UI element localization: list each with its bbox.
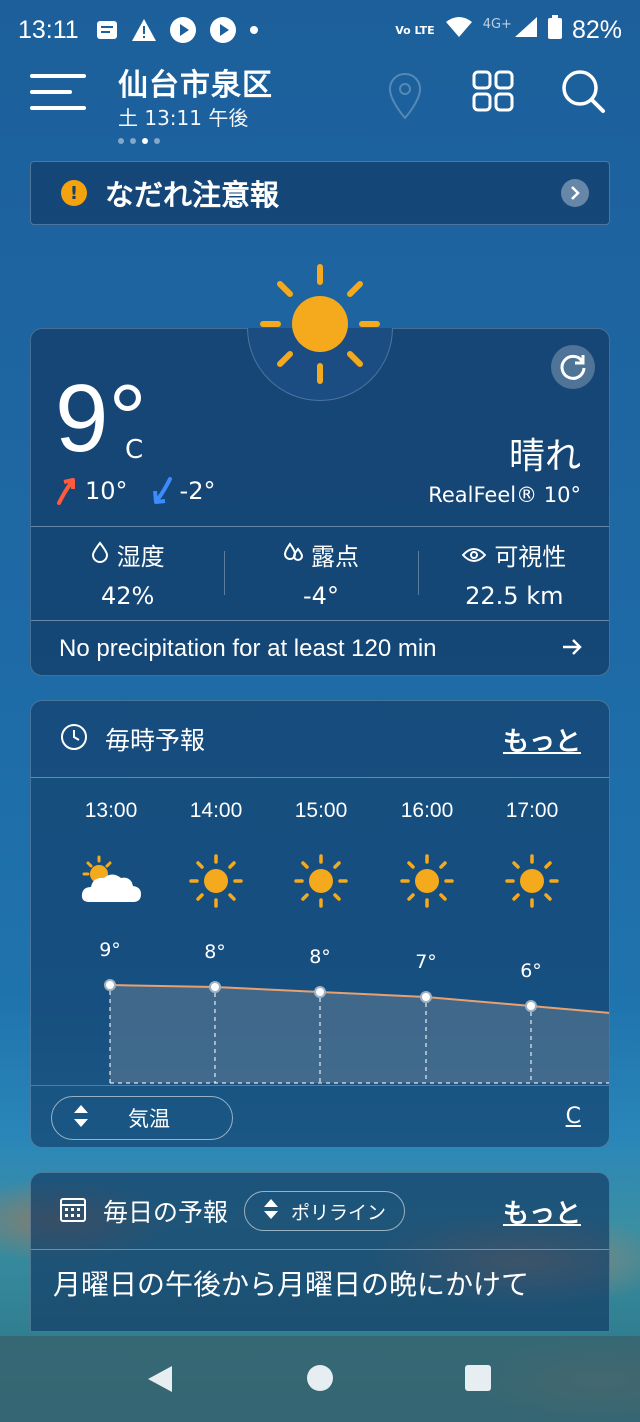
battery-percent: 82% [571, 15, 622, 44]
temp-label: 8° [204, 941, 226, 963]
daily-more-link[interactable]: もっと [503, 1193, 581, 1230]
temp-label: 7° [415, 951, 437, 973]
back-icon[interactable] [146, 1364, 174, 1398]
humidity-label: 湿度 [116, 543, 165, 571]
selector-label: 気温 [128, 1107, 170, 1131]
metric-dew-point: 露点 -4° [224, 527, 417, 619]
temp-label: 8° [309, 946, 331, 968]
app-header: 仙台市泉区 土 13:11 午後 [0, 60, 640, 150]
divider [31, 1249, 609, 1250]
menu-line [30, 90, 72, 94]
hourly-footer: 気温 C [31, 1085, 609, 1147]
unit-link[interactable]: C [566, 1104, 581, 1129]
arrow-up-icon [55, 477, 79, 505]
humidity-value: 42% [100, 582, 155, 610]
sort-icon [72, 1103, 90, 1134]
home-icon[interactable] [306, 1364, 334, 1396]
daily-title: 毎日の予報 [103, 1198, 229, 1227]
signal-icon [514, 16, 538, 44]
dew-point-label: 露点 [310, 543, 359, 571]
system-navigation-bar [0, 1336, 640, 1422]
eye-icon [461, 541, 487, 569]
dew-point-icon [283, 541, 303, 569]
precipitation-text: No precipitation for at least 120 min [59, 635, 437, 662]
dew-point-value: -4° [303, 582, 339, 610]
temp-point [314, 986, 326, 998]
metrics-row: 湿度 42% 露点 -4° 可視性 22.5 km [31, 527, 611, 619]
alert-text: なだれ注意報 [105, 178, 280, 212]
chevron-right-icon [561, 179, 589, 207]
menu-button[interactable] [30, 74, 86, 118]
menu-line [30, 106, 86, 110]
high-temperature: 10° [85, 477, 128, 505]
alert-icon [131, 18, 157, 42]
status-time: 13:11 [18, 15, 79, 44]
location-datetime: 土 13:11 午後 [118, 106, 249, 130]
location-pin-icon [388, 72, 422, 124]
dot-icon [249, 25, 259, 35]
page-dot [118, 138, 124, 144]
grid-icon[interactable] [472, 70, 514, 116]
search-icon[interactable] [560, 68, 606, 118]
temp-point [420, 991, 432, 1003]
daily-header: 毎日の予報 ポリライン もっと [31, 1173, 609, 1249]
sort-icon [263, 1197, 279, 1226]
hourly-forecast-card: 毎時予報 もっと 13:00 14:00 15:00 16:00 17:00 9… [30, 700, 610, 1148]
metric-visibility: 可視性 22.5 km [417, 527, 611, 619]
page-dot-active [142, 138, 148, 144]
play-icon [169, 16, 197, 44]
temp-label: 9° [99, 939, 121, 961]
play-icon [209, 16, 237, 44]
precipitation-row[interactable]: No precipitation for at least 120 min [31, 621, 611, 677]
page-indicator [118, 138, 160, 144]
weather-alert-banner[interactable]: ! なだれ注意報 [30, 161, 610, 225]
network-type: 4G+ [482, 16, 512, 32]
high-low: 10° -2° [55, 477, 215, 505]
wifi-icon [445, 16, 473, 44]
calendar-icon [59, 1195, 87, 1227]
visibility-value: 22.5 km [465, 582, 564, 610]
metric-label: 湿度 [31, 537, 224, 572]
realfeel-text: RealFeel® 10° [428, 483, 581, 507]
metric-label: 可視性 [418, 537, 611, 572]
location-name[interactable]: 仙台市泉区 [118, 60, 273, 104]
sun-icon [260, 264, 380, 384]
humidity-icon [91, 540, 109, 569]
recents-icon[interactable] [464, 1364, 492, 1396]
menu-line [30, 74, 86, 78]
refresh-icon[interactable] [551, 345, 595, 389]
temperature-graph [104, 979, 609, 1084]
notes-icon [95, 19, 119, 41]
page-dot [130, 138, 136, 144]
hourly-metric-selector[interactable]: 気温 [51, 1096, 233, 1140]
page-dot [154, 138, 160, 144]
daily-forecast-card: 毎日の予報 ポリライン もっと 月曜日の午後から月曜日の晩にかけて [30, 1172, 610, 1332]
arrow-right-icon [561, 635, 583, 663]
temp-point [209, 981, 221, 993]
daily-selector-label: ポリライン [291, 1201, 387, 1224]
current-condition-badge [246, 262, 394, 410]
low-temperature: -2° [179, 477, 216, 505]
metric-humidity: 湿度 42% [31, 527, 224, 619]
volte-icon: Vo LTE [395, 23, 435, 37]
warning-icon: ! [61, 180, 87, 206]
daily-view-selector[interactable]: ポリライン [244, 1191, 406, 1231]
temperature-unit: C [125, 435, 144, 465]
battery-icon [547, 15, 562, 45]
daily-summary: 月曜日の午後から月曜日の晩にかけて [53, 1268, 530, 1301]
status-bar: 13:11 Vo LTE 4G+ 82% [0, 0, 640, 60]
metric-label: 露点 [224, 537, 417, 572]
temp-point [104, 979, 116, 991]
visibility-label: 可視性 [494, 543, 567, 571]
temp-point [525, 1000, 537, 1012]
condition-text: 晴れ [508, 436, 581, 477]
arrow-down-icon [150, 477, 174, 505]
temp-label: 6° [520, 960, 542, 982]
